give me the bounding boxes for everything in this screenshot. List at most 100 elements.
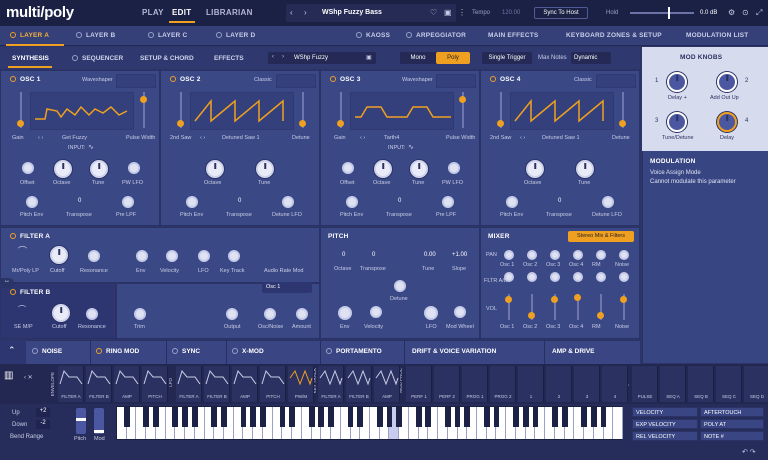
pitch-detune-knob[interactable] (394, 280, 406, 292)
osc2-saw-thumb[interactable] (177, 120, 184, 127)
mixer-pan-knob[interactable] (550, 250, 560, 260)
hold-label[interactable]: Hold (606, 10, 618, 16)
volume-slider[interactable] (630, 12, 694, 14)
osc-preset-name[interactable]: WShp Fuzzy (294, 55, 328, 61)
piano-black-key[interactable] (182, 407, 189, 427)
osc1-transpose-value[interactable]: 0 (78, 198, 81, 204)
mixer-filter-knob[interactable] (527, 272, 537, 282)
filter-a-lfo-knob[interactable] (198, 250, 210, 262)
mixer-filter-knob[interactable] (619, 272, 629, 282)
piano-black-key[interactable] (260, 407, 266, 427)
tab-layer-b[interactable]: LAYER B (76, 32, 115, 39)
piano-black-key[interactable] (396, 407, 403, 427)
tempo-value[interactable]: 120.00 (502, 10, 520, 16)
filter-b-curve-icon[interactable]: ⌒ (18, 306, 26, 314)
filter-a-resonance-knob[interactable] (88, 250, 100, 262)
filter-a-keytrack-knob[interactable] (228, 250, 240, 262)
piano-black-key[interactable] (153, 407, 159, 427)
tab-arpeggiator[interactable]: ARPEGGIATOR (406, 32, 466, 39)
note-number-source[interactable]: NOTE # (700, 431, 764, 441)
filter-b-amount-knob[interactable] (296, 308, 308, 320)
osc2-pitchenv-knob[interactable] (186, 196, 198, 208)
preset-next-icon[interactable]: › (304, 8, 307, 17)
piano-black-key[interactable] (493, 407, 500, 427)
osc4-detunelfo-knob[interactable] (602, 196, 614, 208)
osc2-octave-knob[interactable] (206, 160, 224, 178)
piano-black-key[interactable] (581, 407, 587, 427)
osc4-mode[interactable]: Classic (574, 77, 592, 83)
tab-effects[interactable]: EFFECTS (214, 55, 244, 62)
audio-rate-source-select[interactable]: Osc 1 (262, 282, 312, 293)
piano-black-key[interactable] (551, 407, 558, 427)
tab-modulation-list[interactable]: MODULATION LIST (686, 32, 748, 39)
tab-main-effects[interactable]: MAIN EFFECTS (488, 32, 538, 39)
piano-black-key[interactable] (289, 407, 296, 427)
piano-black-key[interactable] (464, 407, 471, 427)
piano-black-key[interactable] (250, 407, 257, 427)
max-notes-select[interactable]: Dynamic (571, 52, 611, 64)
piano-black-key[interactable] (532, 407, 539, 427)
mixer-pan-knob[interactable] (573, 250, 583, 260)
piano-black-key[interactable] (425, 407, 432, 427)
exp-velocity-source[interactable]: EXP VELOCITY (632, 419, 698, 429)
mixer-volume-thumb[interactable] (574, 294, 581, 301)
piano-black-key[interactable] (221, 407, 227, 427)
piano-black-key[interactable] (522, 407, 529, 427)
tab-layer-d[interactable]: LAYER D (216, 32, 255, 39)
osc3-octave-knob[interactable] (374, 160, 392, 178)
osc3-shape-name[interactable]: Tarth4 (384, 135, 399, 142)
preset-name[interactable]: WShp Fuzzy Bass (322, 9, 382, 16)
rel-velocity-source[interactable]: REL VELOCITY (632, 431, 698, 441)
mixer-route-select[interactable]: Stereo Mix & Filters (568, 231, 634, 242)
piano-black-key[interactable] (211, 407, 218, 427)
pitch-octave-value[interactable]: 0 (342, 252, 345, 258)
filter-b-type[interactable]: SE M/P (14, 324, 33, 331)
osc2-detunelfo-knob[interactable] (282, 196, 294, 208)
osc1-octave-knob[interactable] (54, 160, 72, 178)
filter-a-type[interactable]: Mr/Poly LP (12, 268, 39, 275)
piano-black-key[interactable] (123, 407, 130, 427)
nav-librarian[interactable]: LIBRARIAN (206, 8, 253, 17)
single-trigger-button[interactable]: Single Trigger (482, 52, 532, 64)
filter-b-output-knob[interactable] (226, 308, 238, 320)
filter-b-resonance-knob[interactable] (86, 308, 98, 320)
volume-slider-thumb[interactable] (668, 7, 670, 19)
pitch-wheel[interactable] (76, 408, 86, 434)
osc4-transpose-value[interactable]: 0 (558, 198, 561, 204)
piano-black-key[interactable] (143, 407, 150, 427)
menu-icon[interactable]: ⋮ (458, 8, 466, 17)
pitch-lfo-knob[interactable] (424, 306, 438, 320)
pitch-velocity-knob[interactable] (370, 306, 382, 318)
osc2-tune-knob[interactable] (256, 160, 274, 178)
info-icon[interactable]: ⊙ (742, 8, 749, 17)
filter-link-icon[interactable]: ↔ (0, 278, 14, 288)
osc2-title[interactable]: OSC 2 (170, 76, 201, 83)
filter-a-env-knob[interactable] (136, 250, 148, 262)
osc1-pulse-thumb[interactable] (140, 96, 147, 103)
mod-knob-1[interactable] (667, 72, 687, 92)
osc1-shape-name[interactable]: Get Fuzzy (62, 135, 87, 142)
tab-setup-chord[interactable]: SETUP & CHORD (140, 55, 194, 62)
osc3-mode[interactable]: Waveshaper (402, 77, 433, 83)
osc3-pitchenv-knob[interactable] (346, 196, 358, 208)
osc-preset-save-icon[interactable]: ▣ (366, 54, 372, 61)
pitch-tune-value[interactable]: 0.00 (424, 252, 436, 258)
osc3-pulse-thumb[interactable] (459, 96, 466, 103)
osc4-title[interactable]: OSC 4 (490, 76, 521, 83)
filter-b-title[interactable]: FILTER B (10, 289, 50, 296)
mixer-filter-knob[interactable] (573, 272, 583, 282)
piano-black-key[interactable] (415, 407, 422, 427)
osc1-mode[interactable]: Waveshaper (82, 77, 113, 83)
piano-black-key[interactable] (513, 407, 519, 427)
filter-b-trim-knob[interactable] (134, 308, 146, 320)
mono-button[interactable]: Mono (404, 55, 432, 61)
save-icon[interactable]: ▣ (444, 8, 452, 17)
osc3-shape-nav-icon[interactable]: ‹ › (360, 135, 365, 142)
mod-knob-3[interactable] (667, 112, 687, 132)
mixer-volume-thumb[interactable] (505, 296, 512, 303)
osc1-pitchenv-knob[interactable] (26, 196, 38, 208)
pitch-env-knob[interactable] (338, 306, 352, 320)
osc4-shape-nav-icon[interactable]: ‹ › (520, 135, 525, 142)
aftertouch-source[interactable]: AFTERTOUCH (700, 407, 764, 417)
osc2-mini-wave[interactable] (276, 74, 316, 88)
